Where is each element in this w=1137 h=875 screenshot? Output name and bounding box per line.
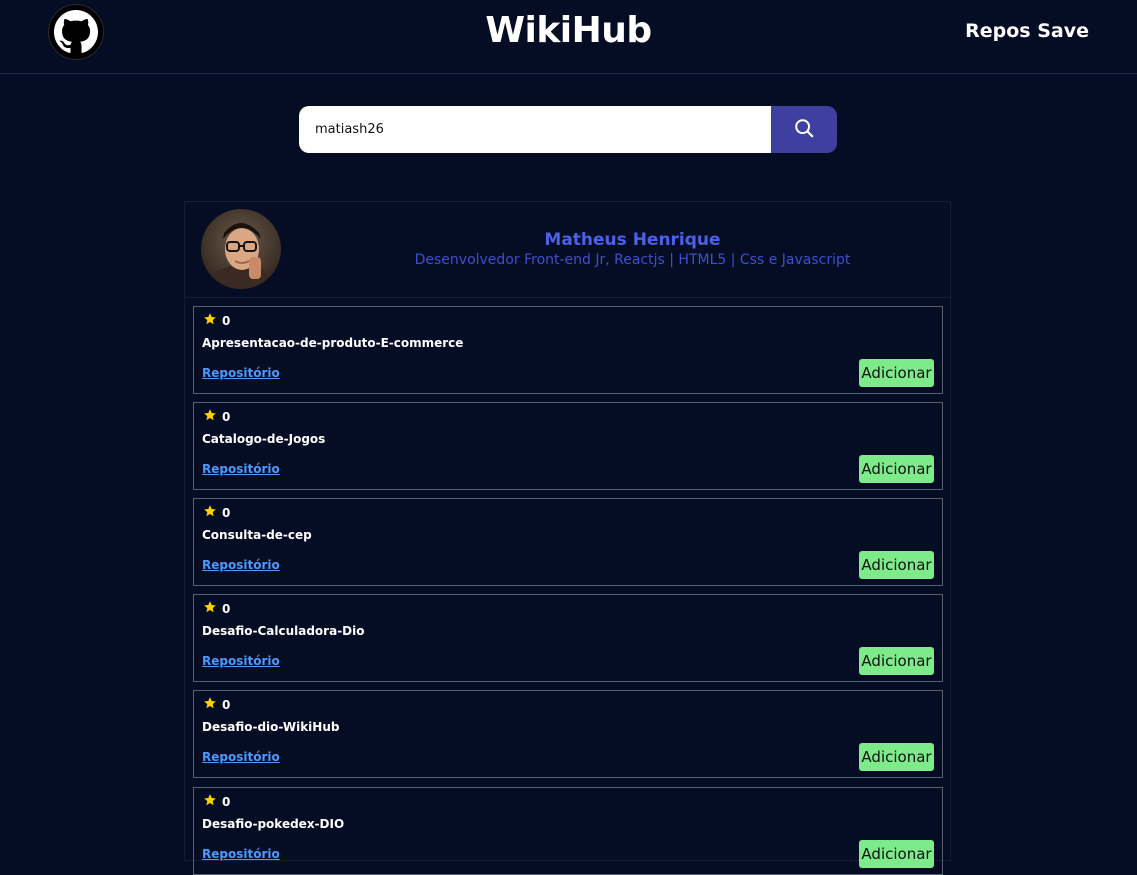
results-panel: Matheus Henrique Desenvolvedor Front-end… (184, 201, 951, 875)
star-icon (203, 312, 217, 329)
repo-card: 0 Apresentacao-de-produto-E-commerce Rep… (193, 306, 943, 394)
star-icon (203, 600, 217, 617)
repo-card: 0 Desafio-dio-WikiHub Repositório Adicio… (193, 690, 943, 778)
add-button[interactable]: Adicionar (859, 647, 934, 675)
repo-card: 0 Desafio-pokedex-DIO Repositório Adicio… (193, 787, 943, 875)
star-count: 0 (222, 601, 231, 616)
search-icon (793, 117, 815, 143)
add-button[interactable]: Adicionar (859, 455, 934, 483)
search-input[interactable] (299, 106, 771, 153)
star-count: 0 (222, 697, 231, 712)
star-icon (203, 408, 217, 425)
avatar (201, 209, 281, 289)
profile-bio: Desenvolvedor Front-end Jr, Reactjs | HT… (414, 252, 851, 268)
repo-name: Catalogo-de-Jogos (202, 432, 326, 446)
app-header: WikiHub Repos Save (0, 0, 1137, 74)
repo-stars: 0 (203, 408, 230, 425)
star-icon (203, 504, 217, 521)
add-button[interactable]: Adicionar (859, 840, 934, 868)
profile-info: Matheus Henrique Desenvolvedor Front-end… (345, 230, 920, 268)
repo-stars: 0 (203, 696, 230, 713)
search-button[interactable] (771, 106, 837, 153)
repo-card: 0 Desafio-Calculadora-Dio Repositório Ad… (193, 594, 943, 682)
star-count: 0 (222, 313, 231, 328)
user-profile: Matheus Henrique Desenvolvedor Front-end… (185, 202, 950, 298)
search-bar (299, 106, 837, 153)
repo-link[interactable]: Repositório (202, 847, 280, 861)
repo-link[interactable]: Repositório (202, 654, 280, 668)
repo-name: Desafio-dio-WikiHub (202, 720, 340, 734)
repo-link[interactable]: Repositório (202, 462, 280, 476)
repo-link[interactable]: Repositório (202, 750, 280, 764)
add-button[interactable]: Adicionar (859, 743, 934, 771)
star-count: 0 (222, 505, 231, 520)
star-count: 0 (222, 409, 231, 424)
repo-link[interactable]: Repositório (202, 558, 280, 572)
star-icon (203, 793, 217, 810)
add-button[interactable]: Adicionar (859, 359, 934, 387)
repo-stars: 0 (203, 312, 230, 329)
repo-stars: 0 (203, 504, 230, 521)
repo-name: Desafio-Calculadora-Dio (202, 624, 365, 638)
profile-name: Matheus Henrique (544, 230, 721, 250)
star-icon (203, 696, 217, 713)
repo-card: 0 Consulta-de-cep Repositório Adicionar (193, 498, 943, 586)
repo-card: 0 Catalogo-de-Jogos Repositório Adiciona… (193, 402, 943, 490)
repo-link[interactable]: Repositório (202, 366, 280, 380)
repos-save-link[interactable]: Repos Save (965, 20, 1089, 42)
repo-stars: 0 (203, 600, 230, 617)
repo-stars: 0 (203, 793, 230, 810)
add-button[interactable]: Adicionar (859, 551, 934, 579)
star-count: 0 (222, 794, 231, 809)
repo-name: Apresentacao-de-produto-E-commerce (202, 336, 464, 350)
repo-name: Consulta-de-cep (202, 528, 312, 542)
repo-name: Desafio-pokedex-DIO (202, 817, 345, 831)
